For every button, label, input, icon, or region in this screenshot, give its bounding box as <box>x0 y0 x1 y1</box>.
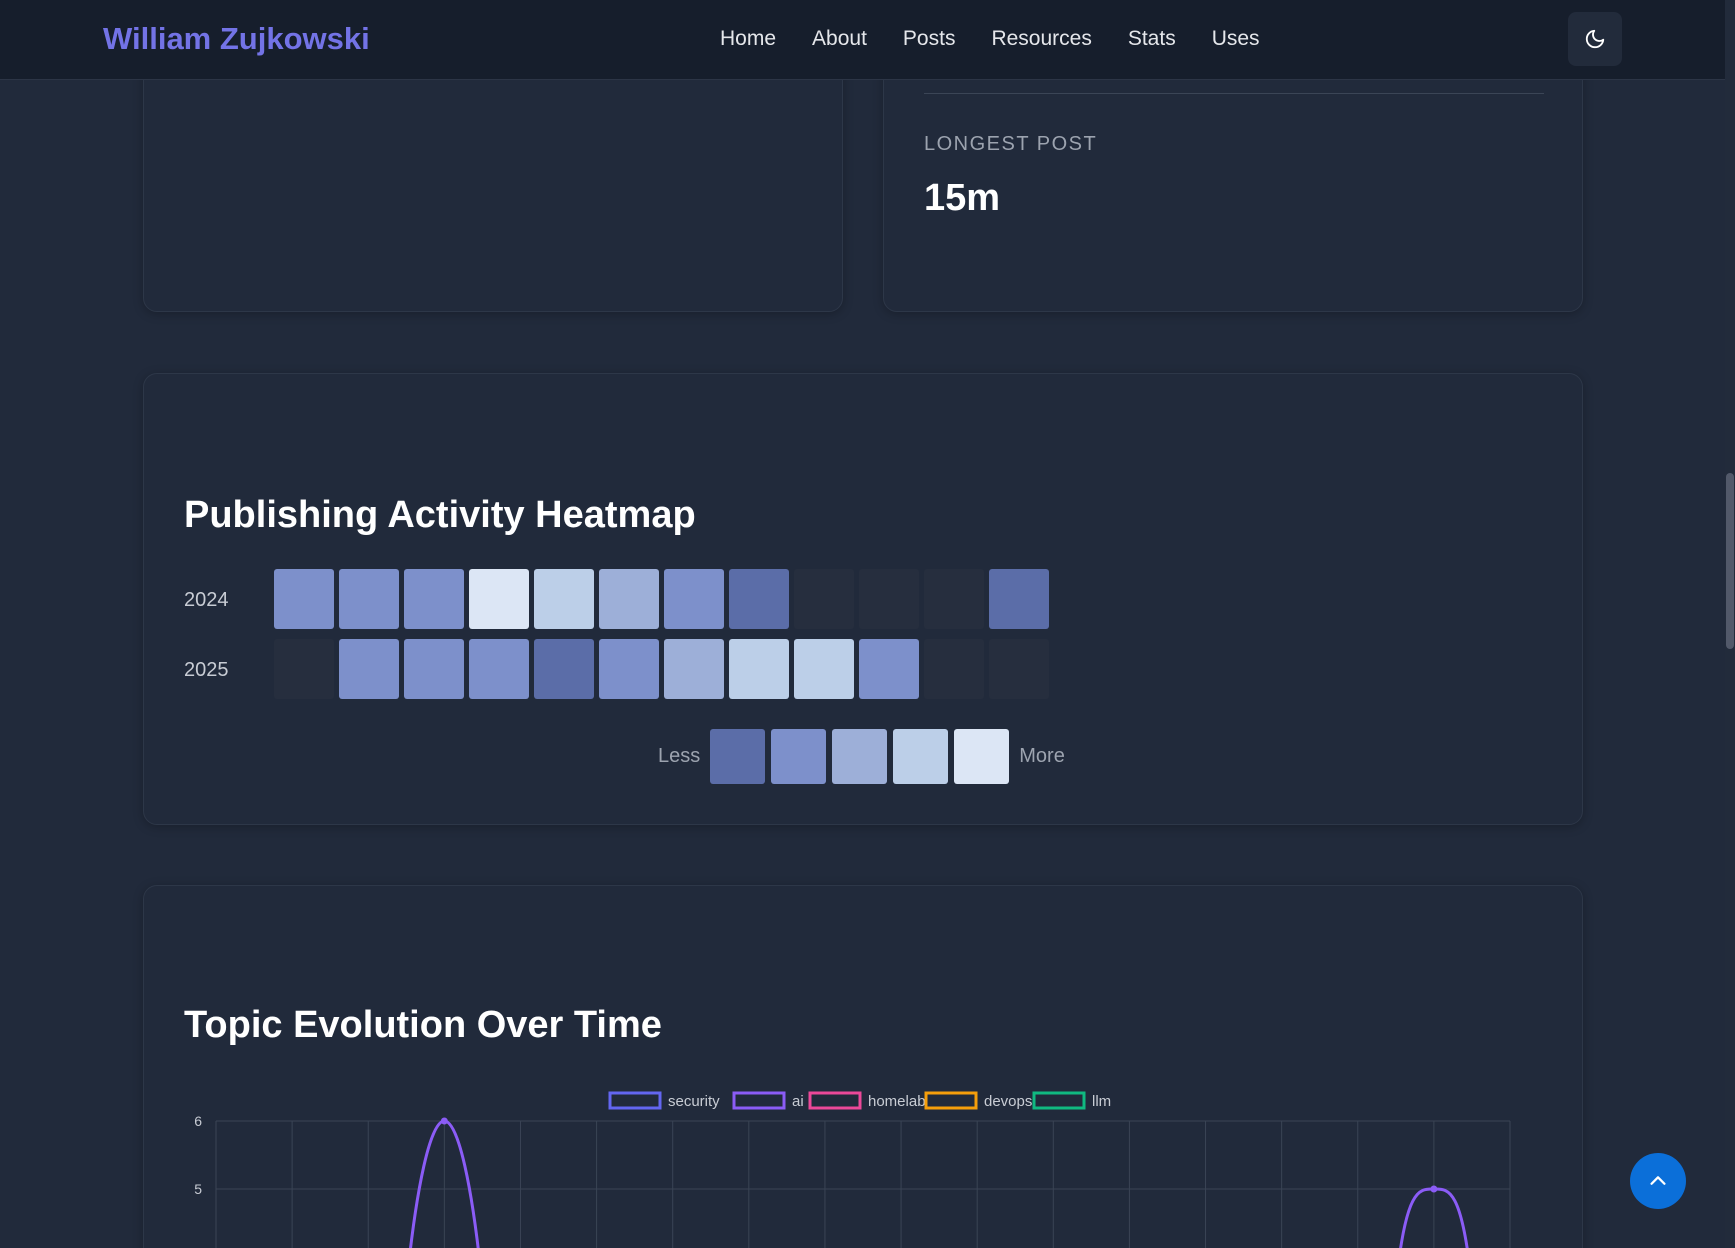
longest-post-value: 15m <box>924 177 1001 219</box>
stat-divider <box>924 93 1544 94</box>
site-header: William Zujkowski Home About Posts Resou… <box>0 0 1725 80</box>
longest-post-label: LONGEST POST <box>924 133 1098 155</box>
heatmap-row-2024 <box>274 569 1049 629</box>
legend-swatch-devops <box>924 1091 978 1110</box>
heatmap-cell[interactable] <box>859 569 919 629</box>
nav-about[interactable]: About <box>812 27 867 51</box>
legend-swatch-llm <box>1032 1091 1086 1110</box>
heatmap-cell[interactable] <box>339 639 399 699</box>
nav-home[interactable]: Home <box>720 27 776 51</box>
legend-swatch <box>832 729 888 784</box>
heatmap-cell[interactable] <box>534 639 594 699</box>
heatmap-cell[interactable] <box>664 569 724 629</box>
heatmap-cell[interactable] <box>599 569 659 629</box>
y-tick-label: 5 <box>194 1181 202 1197</box>
heatmap-cell[interactable] <box>729 639 789 699</box>
legend-more-label: More <box>1019 745 1065 767</box>
theme-toggle-button[interactable] <box>1568 12 1622 66</box>
heatmap-card: Publishing Activity Heatmap 2024 2025 Le… <box>143 373 1583 825</box>
legend-label-devops: devops <box>984 1093 1032 1110</box>
legend-swatch <box>893 729 949 784</box>
legend-swatch <box>954 729 1010 784</box>
moon-icon <box>1585 29 1605 49</box>
page-scrollbar[interactable] <box>1725 0 1735 1248</box>
heatmap-cell[interactable] <box>989 639 1049 699</box>
heatmap-year-label: 2025 <box>184 659 229 681</box>
legend-swatch <box>771 729 827 784</box>
main-nav: Home About Posts Resources Stats Uses <box>720 27 1260 51</box>
heatmap-cell[interactable] <box>534 569 594 629</box>
heatmap-cell[interactable] <box>404 569 464 629</box>
legend-swatch-ai <box>732 1091 786 1110</box>
heatmap-cell[interactable] <box>599 639 659 699</box>
legend-label-security: security <box>668 1093 720 1110</box>
heatmap-cell[interactable] <box>924 639 984 699</box>
data-point-ai <box>440 1117 448 1125</box>
legend-less-label: Less <box>658 745 701 767</box>
data-point-ai <box>1430 1185 1438 1193</box>
heatmap-cell[interactable] <box>989 569 1049 629</box>
heatmap-cell[interactable] <box>859 639 919 699</box>
heatmap-cell[interactable] <box>664 639 724 699</box>
heatmap-cell[interactable] <box>794 639 854 699</box>
heatmap-year-label: 2024 <box>184 589 229 611</box>
nav-resources[interactable]: Resources <box>991 27 1091 51</box>
heatmap-row-2025 <box>274 639 1049 699</box>
nav-stats[interactable]: Stats <box>1128 27 1176 51</box>
legend-swatch-security <box>608 1091 662 1110</box>
heatmap-title: Publishing Activity Heatmap <box>184 494 696 536</box>
heatmap-cell[interactable] <box>469 639 529 699</box>
legend-swatch-homelab <box>808 1091 862 1110</box>
legend-label-ai: ai <box>792 1093 804 1110</box>
heatmap-cell[interactable] <box>274 639 334 699</box>
heatmap-cell[interactable] <box>469 569 529 629</box>
site-brand-link[interactable]: William Zujkowski <box>103 21 370 57</box>
heatmap-cell[interactable] <box>924 569 984 629</box>
heatmap-cell[interactable] <box>339 569 399 629</box>
heatmap-cell[interactable] <box>274 569 334 629</box>
heatmap-cell[interactable] <box>729 569 789 629</box>
chevron-up-icon <box>1650 1176 1666 1185</box>
heatmap-cell[interactable] <box>794 569 854 629</box>
legend-label-llm: llm <box>1092 1093 1111 1110</box>
topic-chart: security ai homelab devops llm 6 5 <box>194 1091 1511 1248</box>
heatmap-legend: Less More <box>658 729 1065 784</box>
y-tick-label: 6 <box>194 1113 202 1129</box>
topic-chart-card: Topic Evolution Over Time security ai home… <box>143 885 1583 1248</box>
back-to-top-button[interactable] <box>1630 1153 1686 1209</box>
legend-label-homelab: homelab <box>868 1093 926 1110</box>
heatmap-cell[interactable] <box>404 639 464 699</box>
legend-swatch <box>710 729 766 784</box>
scrollbar-thumb[interactable] <box>1726 473 1734 649</box>
nav-uses[interactable]: Uses <box>1212 27 1260 51</box>
nav-posts[interactable]: Posts <box>903 27 956 51</box>
